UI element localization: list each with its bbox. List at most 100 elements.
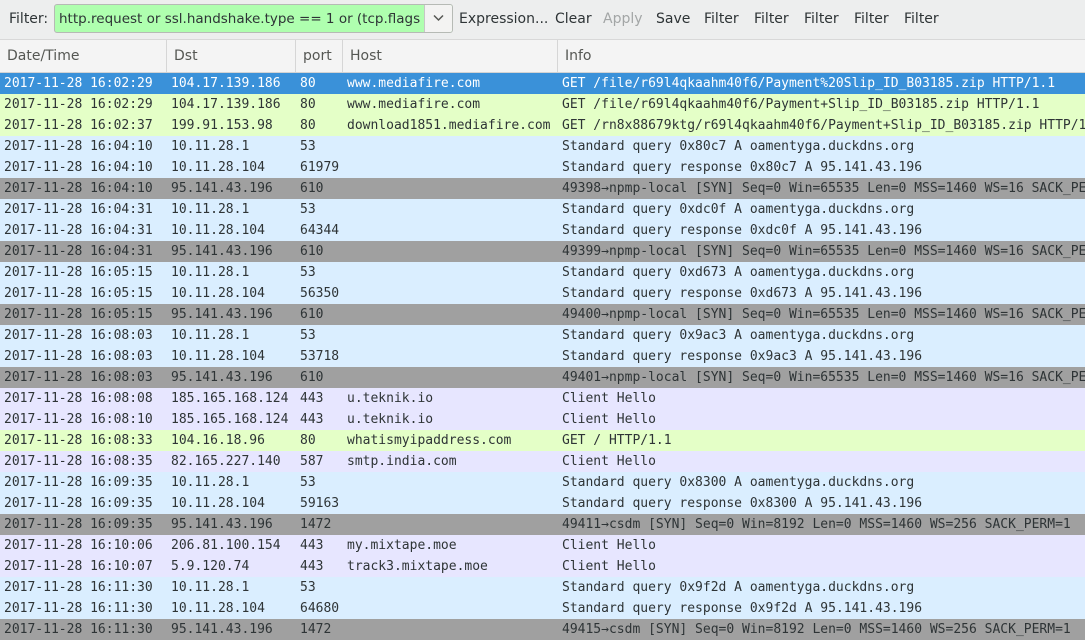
cell-port: 53 <box>300 139 316 154</box>
expression-button[interactable]: Expression... <box>459 11 548 27</box>
cell-datetime: 2017-11-28 16:02:29 <box>4 97 153 112</box>
cell-info: Standard query response 0x8300 A 95.141.… <box>562 496 923 511</box>
cell-port: 64344 <box>300 223 340 238</box>
packet-row[interactable]: 2017-11-28 16:09:35 95.141.43.196 1472 4941… <box>0 514 1085 535</box>
display-filter-input[interactable] <box>55 5 425 32</box>
filter-button[interactable]: Filter <box>754 11 789 27</box>
packet-row[interactable]: 2017-11-28 16:05:15 95.141.43.196 610 49400… <box>0 304 1085 325</box>
packet-row[interactable]: 2017-11-28 16:11:30 10.11.28.104 64680 Stan… <box>0 598 1085 619</box>
cell-datetime: 2017-11-28 16:05:15 <box>4 265 153 280</box>
cell-dst: 104.16.18.96 <box>171 433 265 448</box>
cell-port: 61979 <box>300 160 340 175</box>
packet-row[interactable]: 2017-11-28 16:08:03 10.11.28.1 53 Standard … <box>0 325 1085 346</box>
display-filter-field[interactable] <box>54 4 453 33</box>
packet-row[interactable]: 2017-11-28 16:09:35 10.11.28.1 53 Standard … <box>0 472 1085 493</box>
cell-port: 1472 <box>300 622 332 637</box>
cell-info: 49415→csdm [SYN] Seq=0 Win=8192 Len=0 MS… <box>562 622 1071 637</box>
cell-port: 610 <box>300 244 324 259</box>
packet-row[interactable]: 2017-11-28 16:08:03 95.141.43.196 610 49401… <box>0 367 1085 388</box>
cell-datetime: 2017-11-28 16:04:10 <box>4 181 153 196</box>
packet-row[interactable]: 2017-11-28 16:05:15 10.11.28.104 56350 Stan… <box>0 283 1085 304</box>
packet-row[interactable]: 2017-11-28 16:05:15 10.11.28.1 53 Standard … <box>0 262 1085 283</box>
chevron-down-icon[interactable] <box>424 5 452 32</box>
filter-button[interactable]: Filter <box>804 11 839 27</box>
save-button[interactable]: Save <box>656 11 690 27</box>
cell-host: www.mediafire.com <box>347 76 481 91</box>
packet-row[interactable]: 2017-11-28 16:04:31 10.11.28.104 64344 Stan… <box>0 220 1085 241</box>
cell-host: smtp.india.com <box>347 454 457 469</box>
cell-dst: 10.11.28.1 <box>171 265 250 280</box>
cell-info: 49398→npmp-local [SYN] Seq=0 Win=65535 L… <box>562 181 1085 196</box>
packet-row[interactable]: 2017-11-28 16:10:06 206.81.100.154 443 my.m… <box>0 535 1085 556</box>
cell-datetime: 2017-11-28 16:10:06 <box>4 538 153 553</box>
cell-port: 80 <box>300 97 316 112</box>
cell-info: Standard query response 0x9ac3 A 95.141.… <box>562 349 923 364</box>
cell-port: 443 <box>300 391 324 406</box>
packet-row[interactable]: 2017-11-28 16:10:07 5.9.120.74 443 track3.m… <box>0 556 1085 577</box>
cell-info: GET /file/r69l4qkaahm40f6/Payment%20Slip… <box>562 76 1056 91</box>
column-header-info[interactable]: Info <box>558 40 1085 72</box>
column-header-dst[interactable]: Dst <box>167 40 296 72</box>
cell-datetime: 2017-11-28 16:08:03 <box>4 328 153 343</box>
cell-port: 80 <box>300 433 316 448</box>
cell-dst: 185.165.168.124 <box>171 412 289 427</box>
cell-host: u.teknik.io <box>347 412 434 427</box>
cell-info: GET / HTTP/1.1 <box>562 433 672 448</box>
clear-button[interactable]: Clear <box>555 11 592 27</box>
filter-button[interactable]: Filter <box>854 11 889 27</box>
cell-dst: 95.141.43.196 <box>171 181 273 196</box>
cell-dst: 10.11.28.104 <box>171 496 265 511</box>
cell-info: Client Hello <box>562 412 656 427</box>
cell-port: 610 <box>300 307 324 322</box>
cell-dst: 199.91.153.98 <box>171 118 273 133</box>
cell-datetime: 2017-11-28 16:09:35 <box>4 496 153 511</box>
cell-info: 49400→npmp-local [SYN] Seq=0 Win=65535 L… <box>562 307 1085 322</box>
packet-row[interactable]: 2017-11-28 16:04:31 10.11.28.1 53 Standard … <box>0 199 1085 220</box>
column-header-datetime[interactable]: Date/Time <box>0 40 167 72</box>
column-header-host[interactable]: Host <box>343 40 558 72</box>
apply-button[interactable]: Apply <box>603 11 643 27</box>
cell-info: Standard query 0x8300 A oamentyga.duckdn… <box>562 475 915 490</box>
packet-row[interactable]: 2017-11-28 16:04:10 10.11.28.1 53 Standard … <box>0 136 1085 157</box>
packet-row[interactable]: 2017-11-28 16:04:10 95.141.43.196 610 49398… <box>0 178 1085 199</box>
filter-label: Filter: <box>9 11 49 27</box>
packet-row[interactable]: 2017-11-28 16:08:10 185.165.168.124 443 u.t… <box>0 409 1085 430</box>
cell-port: 53 <box>300 202 316 217</box>
column-header-port[interactable]: port <box>296 40 343 72</box>
cell-datetime: 2017-11-28 16:11:30 <box>4 622 153 637</box>
cell-dst: 10.11.28.104 <box>171 349 265 364</box>
packet-row[interactable]: 2017-11-28 16:04:31 95.141.43.196 610 49399… <box>0 241 1085 262</box>
packet-row[interactable]: 2017-11-28 16:02:37 199.91.153.98 80 downlo… <box>0 115 1085 136</box>
cell-port: 443 <box>300 559 324 574</box>
packet-row[interactable]: 2017-11-28 16:02:29 104.17.139.186 80 www.m… <box>0 73 1085 94</box>
cell-info: GET /file/r69l4qkaahm40f6/Payment+Slip_I… <box>562 97 1040 112</box>
cell-datetime: 2017-11-28 16:04:31 <box>4 244 153 259</box>
packet-row[interactable]: 2017-11-28 16:04:10 10.11.28.104 61979 Stan… <box>0 157 1085 178</box>
cell-datetime: 2017-11-28 16:09:35 <box>4 475 153 490</box>
packet-row[interactable]: 2017-11-28 16:08:33 104.16.18.96 80 whatism… <box>0 430 1085 451</box>
cell-info: Standard query response 0xdc0f A 95.141.… <box>562 223 923 238</box>
filter-button[interactable]: Filter <box>704 11 739 27</box>
packet-row[interactable]: 2017-11-28 16:11:30 10.11.28.1 53 Standard … <box>0 577 1085 598</box>
cell-info: Standard query 0xd673 A oamentyga.duckdn… <box>562 265 915 280</box>
cell-port: 64680 <box>300 601 340 616</box>
packet-row[interactable]: 2017-11-28 16:08:35 82.165.227.140 587 smtp… <box>0 451 1085 472</box>
cell-info: 49401→npmp-local [SYN] Seq=0 Win=65535 L… <box>562 370 1085 385</box>
cell-port: 53 <box>300 580 316 595</box>
cell-info: Standard query 0x9f2d A oamentyga.duckdn… <box>562 580 915 595</box>
cell-port: 53 <box>300 475 316 490</box>
cell-info: Standard query 0xdc0f A oamentyga.duckdn… <box>562 202 915 217</box>
cell-datetime: 2017-11-28 16:05:15 <box>4 286 153 301</box>
packet-row[interactable]: 2017-11-28 16:11:30 95.141.43.196 1472 4941… <box>0 619 1085 640</box>
packet-row[interactable]: 2017-11-28 16:08:08 185.165.168.124 443 u.t… <box>0 388 1085 409</box>
cell-datetime: 2017-11-28 16:08:33 <box>4 433 153 448</box>
filter-button[interactable]: Filter <box>904 11 939 27</box>
cell-port: 56350 <box>300 286 340 301</box>
cell-datetime: 2017-11-28 16:02:37 <box>4 118 153 133</box>
packet-row[interactable]: 2017-11-28 16:02:29 104.17.139.186 80 www.m… <box>0 94 1085 115</box>
cell-dst: 95.141.43.196 <box>171 307 273 322</box>
packet-row[interactable]: 2017-11-28 16:08:03 10.11.28.104 53718 Stan… <box>0 346 1085 367</box>
cell-dst: 10.11.28.104 <box>171 286 265 301</box>
cell-dst: 185.165.168.124 <box>171 391 289 406</box>
packet-row[interactable]: 2017-11-28 16:09:35 10.11.28.104 59163 Stan… <box>0 493 1085 514</box>
